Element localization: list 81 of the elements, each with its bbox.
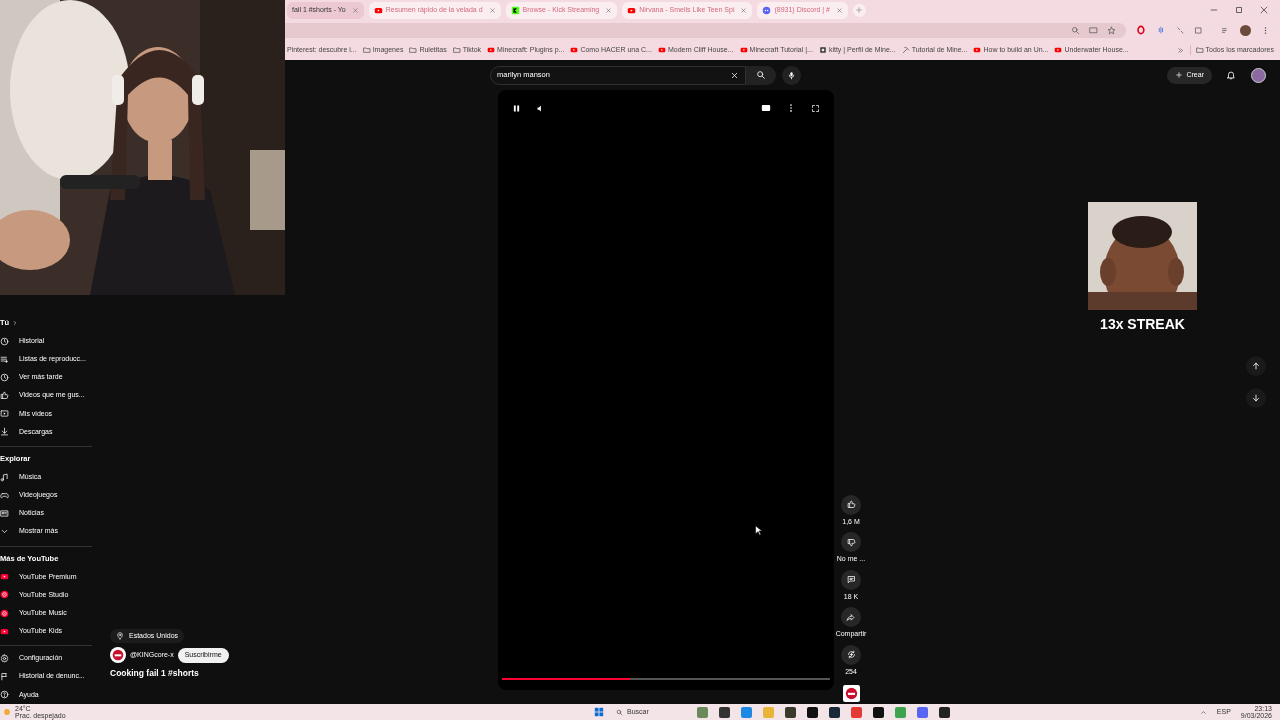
folder-icon [452, 46, 461, 54]
thumbs-up-icon[interactable] [846, 500, 856, 509]
discord-logo-icon [762, 5, 772, 15]
pickaxe-icon [901, 46, 910, 54]
thumbs-up-icon [0, 391, 9, 401]
next-button[interactable] [1246, 388, 1266, 408]
fullscreen-icon[interactable] [811, 103, 820, 113]
play-circle-icon [0, 590, 9, 600]
search-button[interactable] [746, 65, 776, 85]
microphone-icon[interactable] [787, 70, 796, 80]
folder-icon [1195, 46, 1204, 54]
k-logo-icon [510, 5, 520, 15]
play-circle-icon [0, 608, 9, 618]
arrow-up-icon[interactable] [1251, 361, 1261, 371]
square-icon [818, 46, 827, 54]
channel-avatar-icon[interactable] [842, 685, 860, 702]
taskbar-app-icon[interactable] [873, 706, 884, 718]
play-icon [0, 409, 9, 419]
puzzle-icon[interactable] [1194, 25, 1204, 35]
remix-icon[interactable] [846, 650, 856, 659]
play-badge-icon [373, 5, 383, 15]
play-badge-icon [1054, 46, 1063, 54]
streak-text: 13x STREAK [1100, 315, 1185, 334]
restore-icon[interactable] [1235, 6, 1243, 14]
search-icon[interactable] [756, 70, 766, 80]
play-badge-icon [0, 626, 9, 636]
arrow-down-icon[interactable] [1251, 393, 1261, 403]
clock-icon [0, 336, 9, 346]
bell-icon[interactable] [1226, 70, 1236, 80]
download-icon [0, 427, 9, 437]
star-icon[interactable] [1106, 25, 1116, 35]
music-note-icon [0, 472, 9, 482]
action-button[interactable] [841, 607, 861, 627]
controller-icon [0, 490, 9, 500]
newspaper-icon [0, 508, 9, 518]
play-badge-icon [739, 46, 748, 54]
location-pin-icon [116, 632, 124, 641]
comment-icon[interactable] [846, 575, 856, 584]
taskbar-app-icon[interactable] [807, 706, 818, 718]
taskbar-app-icon[interactable] [829, 706, 840, 718]
share-arrow-icon[interactable] [846, 612, 856, 622]
play-badge-icon [0, 572, 9, 582]
action-button[interactable] [841, 494, 861, 515]
pause-icon[interactable] [512, 103, 521, 113]
plus-icon[interactable] [1175, 71, 1184, 79]
folder-icon [362, 46, 371, 54]
o-logo-icon[interactable] [1135, 25, 1146, 35]
taskbar-app-icon[interactable] [939, 706, 950, 718]
plus-icon [855, 6, 864, 14]
flag-icon [0, 672, 9, 682]
double-chevron-icon[interactable] [1176, 46, 1184, 54]
action-button[interactable] [841, 532, 861, 552]
voice-search-button[interactable] [782, 65, 801, 85]
play-badge-icon [657, 46, 666, 54]
channel-avatar-icon[interactable] [110, 647, 126, 664]
chevron-up-icon[interactable] [1199, 708, 1207, 716]
mouse-cursor-icon [755, 525, 762, 536]
play-badge-icon [627, 5, 637, 15]
previous-button[interactable] [1246, 356, 1266, 376]
list-icon [0, 354, 9, 364]
action-button[interactable] [841, 644, 861, 665]
thumbs-down-icon[interactable] [846, 537, 856, 547]
folder-icon [409, 46, 418, 54]
chevron-right-icon[interactable] [12, 320, 19, 326]
search-icon [616, 708, 623, 716]
taskbar-app-icon[interactable] [719, 706, 730, 718]
play-badge-icon [973, 46, 982, 54]
captions-icon[interactable] [761, 103, 771, 113]
help-icon [0, 690, 9, 700]
video-title: Cooking fail 1 #shorts [110, 667, 200, 680]
action-button[interactable] [841, 569, 861, 590]
clock-icon [0, 372, 9, 382]
close-icon[interactable] [730, 70, 739, 80]
avatar[interactable] [1251, 67, 1266, 83]
settings-icon [0, 653, 9, 663]
diagonal-arrows-icon[interactable] [1175, 25, 1185, 35]
profile-avatar[interactable] [1240, 24, 1251, 36]
taskbar-app-icon[interactable] [785, 706, 796, 718]
play-badge-icon [487, 46, 496, 54]
play-badge-icon [570, 46, 579, 54]
windows-start-icon[interactable] [594, 707, 604, 717]
